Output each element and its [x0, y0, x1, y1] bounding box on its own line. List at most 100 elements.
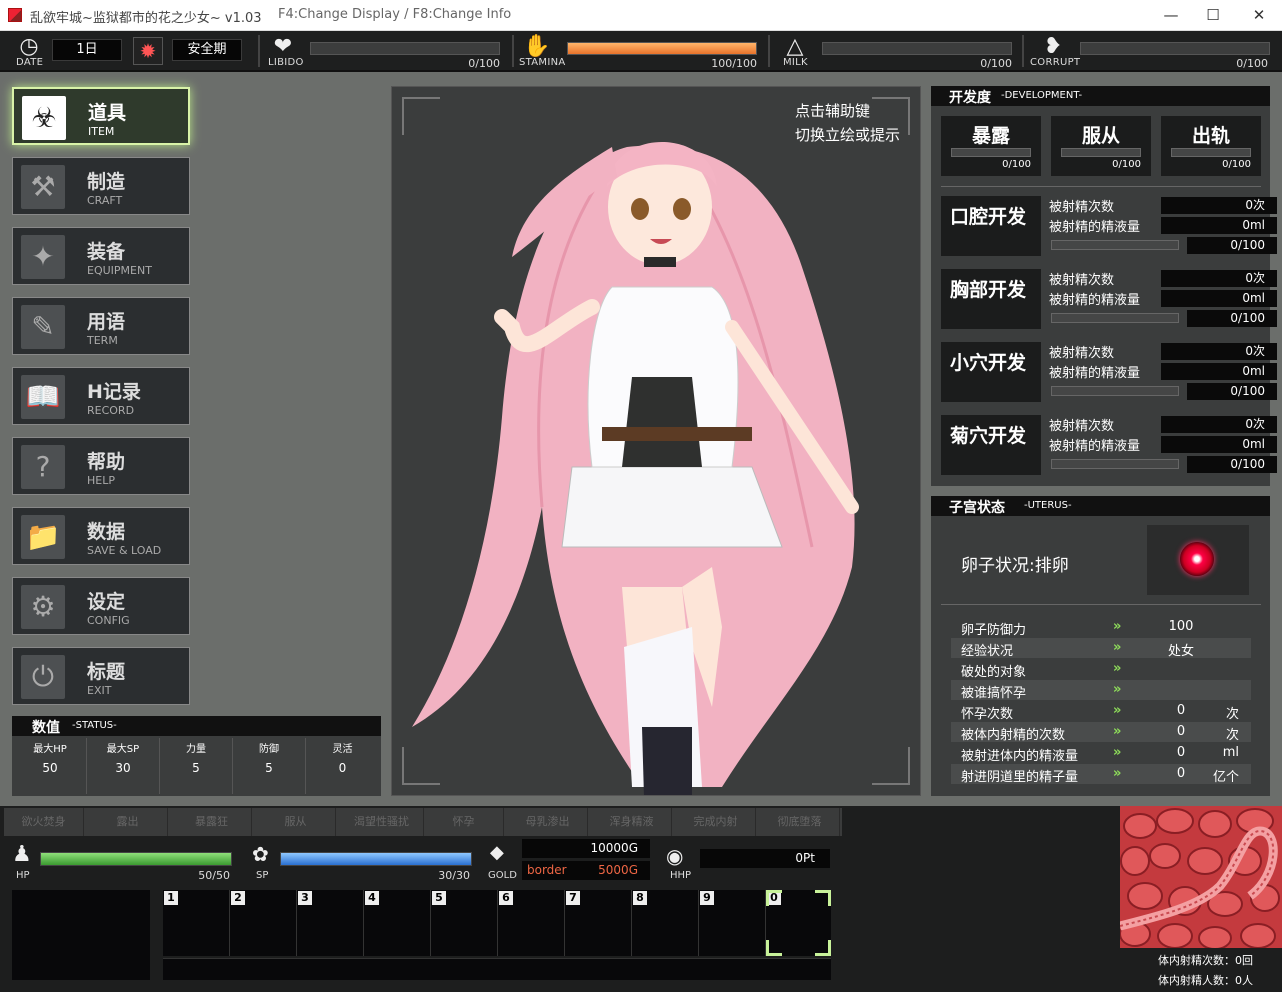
status-tag: 怀孕 [424, 808, 504, 836]
uterus-row: 破处的对象 » [951, 659, 1251, 680]
uterus-key: 被射进体内的精液量 [961, 749, 1079, 764]
hp-bar [40, 852, 232, 866]
menu-craft[interactable]: ⚒ 制造 CRAFT [12, 157, 190, 215]
dev-value: 0/100 [1002, 159, 1031, 170]
dev-row-name: 胸部开发 [941, 269, 1041, 329]
milk-label: MILK [783, 57, 808, 68]
hotbar-slot[interactable]: 8 [632, 890, 699, 956]
dev-bar [1171, 148, 1251, 157]
dev-times-label: 被射精次数 [1049, 200, 1115, 215]
stat-max-hp: 最大HP 50 [14, 738, 87, 794]
stat-value: 50 [42, 761, 58, 775]
uterus-row: 卵子防御力 » 100 [951, 617, 1251, 638]
hammer-icon: ⚒ [21, 165, 65, 209]
arrow-icon: » [1113, 703, 1122, 718]
dev-times-label: 被射精次数 [1049, 273, 1115, 288]
stat-max-sp: 最大SP 30 [87, 738, 160, 794]
dev-row-oral: 口腔开发 被射精次数 0次 被射精的精液量 0ml 0/100 [941, 196, 1277, 256]
menu-term[interactable]: ✎ 用语 TERM [12, 297, 190, 355]
stamina-label: STAMINA [519, 57, 566, 68]
status-subtitle: -STATUS- [72, 720, 117, 731]
menu-sublabel: TERM [87, 334, 118, 347]
slot-number: 3 [298, 891, 312, 905]
hotbar-slot[interactable]: 1 [163, 890, 230, 956]
dev-times-label: 被射精次数 [1049, 419, 1115, 434]
hp-fill [41, 853, 231, 865]
dev-amount-label: 被射精的精液量 [1049, 366, 1141, 381]
dev-name: 暴露 [971, 125, 1010, 147]
hotbar: 1 2 3 4 5 6 7 8 9 0 [163, 890, 831, 956]
hotbar-slot[interactable]: 2 [230, 890, 297, 956]
arrow-icon: » [1113, 766, 1122, 781]
libido-label: LIBIDO [268, 57, 304, 68]
hotbar-slot[interactable]: 7 [565, 890, 632, 956]
menu-item[interactable]: ☣ 道具 ITEM [12, 87, 190, 145]
menu-equipment[interactable]: ✦ 装备 EQUIPMENT [12, 227, 190, 285]
menu-label: H记录 [87, 381, 141, 403]
arrow-icon: » [1113, 640, 1122, 655]
dev-amount-value: 0ml [1161, 290, 1277, 307]
corrupt-label: CORRUPT [1030, 57, 1081, 68]
stat-key: 力量 [186, 744, 206, 755]
frame-corner [402, 747, 440, 785]
development-panel: 开发度 -DEVELOPMENT- 暴露 0/100 服从 0/100 出轨 0/10… [931, 86, 1277, 486]
arrow-icon: » [1113, 682, 1122, 697]
wand-icon: ✦ [21, 235, 65, 279]
uterus-value: 0 [1176, 766, 1186, 781]
menu-label: 制造 [87, 171, 126, 193]
dev-value: 0/100 [1222, 159, 1251, 170]
status-tag: 渴望性骚扰 [340, 808, 424, 836]
menu-sublabel: RECORD [87, 404, 135, 417]
separator [1022, 35, 1024, 67]
question-icon: ? [21, 445, 65, 489]
minimize-button[interactable]: — [1148, 0, 1194, 31]
uterus-value: 处女 [1167, 644, 1194, 659]
potion-icon: ☣ [22, 96, 66, 140]
hotbar-slot[interactable]: 6 [498, 890, 565, 956]
menu-help[interactable]: ? 帮助 HELP [12, 437, 190, 495]
maximize-button[interactable]: ☐ [1190, 0, 1236, 31]
power-icon: ⏻ [21, 655, 65, 699]
hint-line: 点击辅助键 [794, 102, 870, 120]
dev-name: 服从 [1081, 125, 1120, 147]
status-tag: 母乳渗出 [508, 808, 588, 836]
close-button[interactable]: ✕ [1236, 0, 1282, 31]
sp-bar [280, 852, 472, 866]
game-window: 乱欲牢城~监狱都市的花之少女~ v1.03 F4:Change Display … [0, 0, 1282, 992]
egg-status: 卵子状况:排卵 [961, 556, 1069, 576]
period-value: 安全期 [172, 39, 242, 61]
arrow-icon: » [1113, 745, 1122, 760]
hotbar-slot[interactable]: 3 [297, 890, 364, 956]
separator [768, 35, 770, 67]
hotbar-slot[interactable]: 4 [364, 890, 431, 956]
stat-strength: 力量 5 [160, 738, 233, 794]
menu-exit[interactable]: ⏻ 标题 EXIT [12, 647, 190, 705]
gold-label: GOLD [488, 870, 517, 881]
hhp-value: 0Pt [700, 849, 830, 868]
character-portrait-area[interactable]: 点击辅助键 切换立绘或提示 [391, 86, 921, 796]
hotbar-slot[interactable]: 9 [699, 890, 766, 956]
ovum-icon [1147, 525, 1249, 595]
status-tag: 暴露狂 [172, 808, 252, 836]
dev-amount-value: 0ml [1161, 363, 1277, 380]
dev-row-value: 0/100 [1187, 383, 1277, 400]
top-stat-bar: ◷ DATE 1日 ✹ 安全期 ❤ LIBIDO 0/100 ✋ STAMINA… [0, 31, 1282, 72]
folder-icon: 📁 [21, 515, 65, 559]
milk-value: 0/100 [980, 57, 1012, 70]
stat-key: 防御 [259, 744, 279, 755]
arrow-icon: » [1113, 724, 1122, 739]
stat-key: 最大HP [33, 744, 67, 755]
dev-obedience: 服从 0/100 [1051, 116, 1151, 176]
hotbar-slot[interactable]: 5 [431, 890, 498, 956]
menu-config[interactable]: ⚙ 设定 CONFIG [12, 577, 190, 635]
menu-sublabel: CONFIG [87, 614, 130, 627]
menu-sublabel: CRAFT [87, 194, 123, 207]
dev-row-chest: 胸部开发 被射精次数 0次 被射精的精液量 0ml 0/100 [941, 269, 1277, 329]
hp-label: HP [16, 870, 30, 881]
hotbar-slot-selected[interactable]: 0 [766, 890, 831, 956]
menu-save-load[interactable]: 📁 数据 SAVE & LOAD [12, 507, 190, 565]
menu-record[interactable]: 📖 H记录 RECORD [12, 367, 190, 425]
stat-value: 5 [265, 761, 273, 775]
hp-value: 50/50 [198, 869, 230, 882]
status-tag: 欲火焚身 [4, 808, 84, 836]
